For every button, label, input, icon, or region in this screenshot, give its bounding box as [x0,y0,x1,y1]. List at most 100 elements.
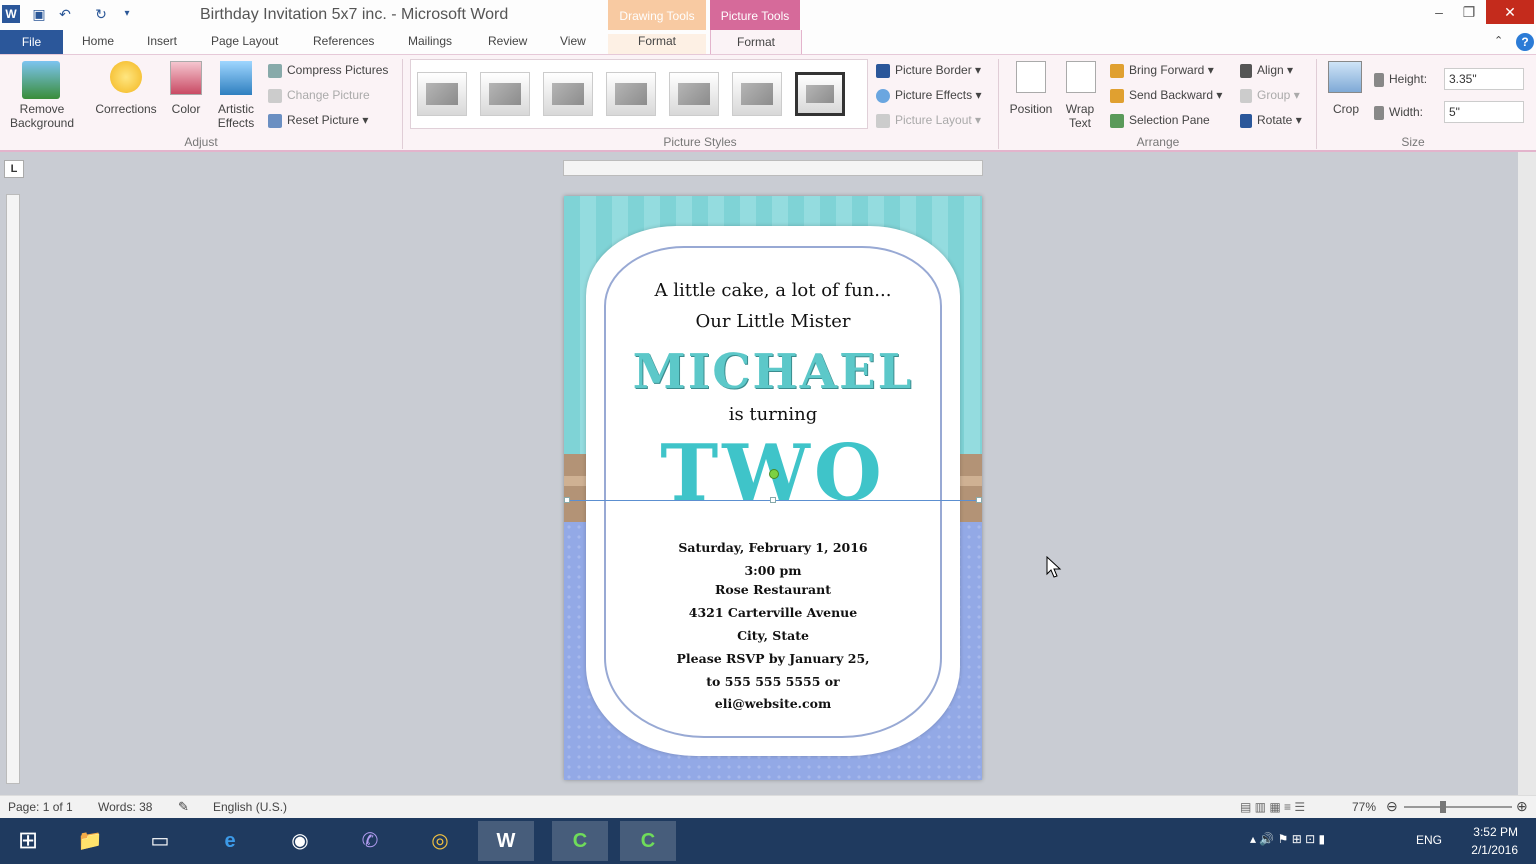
zoom-slider-thumb[interactable] [1440,801,1446,813]
align-button[interactable]: Align ▾ [1240,63,1293,78]
reset-picture-button[interactable]: Reset Picture ▾ [268,113,368,128]
tab-view[interactable]: View [560,34,586,48]
selection-pane-button[interactable]: Selection Pane [1110,113,1210,128]
help-icon[interactable]: ? [1516,33,1534,51]
layout-icon [876,114,890,128]
system-clock[interactable]: 3:52 PM 2/1/2016 [1471,823,1518,859]
compress-pictures-button[interactable]: Compress Pictures [268,63,388,78]
tab-review[interactable]: Review [488,34,527,48]
artistic-effects-button[interactable]: Artistic Effects [208,102,264,130]
width-input[interactable]: 5" [1444,101,1524,123]
arrange-group-label: Arrange [1000,135,1316,149]
word-count[interactable]: Words: 38 [98,800,152,814]
tab-page-layout[interactable]: Page Layout [211,34,278,48]
picture-style-2[interactable] [480,72,530,116]
page-count[interactable]: Page: 1 of 1 [8,800,73,814]
group-button[interactable]: Group ▾ [1240,88,1300,103]
chrome-icon[interactable]: ◎ [412,821,468,861]
bring-forward-icon [1110,64,1124,78]
start-icon[interactable]: ⊞ [0,821,56,861]
crop-icon [1328,61,1362,93]
bring-forward-button[interactable]: Bring Forward ▾ [1110,63,1214,78]
camtasia-recorder-icon[interactable]: C [552,821,608,861]
picture-style-3[interactable] [543,72,593,116]
vertical-ruler[interactable] [6,194,20,784]
color-button[interactable]: Color [164,102,208,116]
mail-app-icon[interactable]: ◉ [272,821,328,861]
minimize-button[interactable]: – [1424,0,1454,24]
mouse-cursor-icon [1046,556,1062,578]
group-icon [1240,89,1252,103]
zoom-slider[interactable] [1404,806,1512,808]
remove-background-icon [22,61,60,99]
word-app-icon[interactable]: W [2,5,20,23]
picture-styles-gallery[interactable] [410,59,868,129]
change-picture-icon [268,89,282,103]
proofing-icon[interactable]: ✎ [178,799,189,815]
document-page[interactable]: A little cake, a lot of fun... Our Littl… [564,196,982,780]
selection-handle[interactable] [976,497,982,503]
tab-insert[interactable]: Insert [147,34,177,48]
selection-handle[interactable] [770,497,776,503]
picture-layout-button[interactable]: Picture Layout ▾ [876,113,981,128]
tab-selector[interactable]: L [4,160,24,178]
undo-icon[interactable]: ↶ [56,5,74,23]
horizontal-ruler[interactable] [563,160,983,176]
wrap-text-button[interactable]: Wrap Text [1060,102,1100,130]
clock-date: 2/1/2016 [1471,841,1518,859]
tray-icons[interactable]: ▴ 🔊 ⚑ ⊞ ⊡ ▮ [1250,832,1325,846]
send-backward-button[interactable]: Send Backward ▾ [1110,88,1222,103]
crop-button[interactable]: Crop [1324,102,1368,116]
color-icon [170,61,202,95]
save-icon[interactable]: ▣ [30,5,48,23]
picture-style-5[interactable] [669,72,719,116]
clock-time: 3:52 PM [1471,823,1518,841]
change-picture-button[interactable]: Change Picture [268,88,370,103]
picture-style-7[interactable] [795,72,845,116]
height-input[interactable]: 3.35" [1444,68,1524,90]
minimize-ribbon-icon[interactable]: ⌃ [1494,34,1503,47]
picture-effects-button[interactable]: Picture Effects ▾ [876,88,982,103]
rotation-handle[interactable] [769,469,779,479]
picture-border-button[interactable]: Picture Border ▾ [876,63,981,78]
language-indicator[interactable]: English (U.S.) [213,800,287,814]
zoom-out-icon[interactable]: ⊖ [1386,798,1398,815]
picture-style-6[interactable] [732,72,782,116]
desktop-icon[interactable]: ▭ [132,821,188,861]
position-button[interactable]: Position [1004,102,1058,116]
tab-drawing-format[interactable]: Format [608,34,706,54]
view-buttons[interactable]: ▤ ▥ ▦ ≡ ☰ [1240,800,1305,814]
camtasia-studio-icon[interactable]: C [620,821,676,861]
restore-button[interactable]: ❐ [1454,0,1484,24]
close-button[interactable]: ✕ [1486,0,1534,24]
picture-tools-header: Picture Tools [710,0,800,30]
border-icon [876,64,890,78]
customize-toolbar-icon[interactable]: ▾ [118,5,136,23]
vertical-scrollbar[interactable] [1518,152,1536,795]
rsvp-email: eli@website.com [564,696,982,711]
zoom-in-icon[interactable]: ⊕ [1516,798,1528,815]
size-group-label: Size [1318,135,1508,149]
tab-file[interactable]: File [0,30,63,54]
send-backward-icon [1110,89,1124,103]
redo-icon[interactable]: ↻ [92,5,110,23]
tab-home[interactable]: Home [82,34,114,48]
rotate-button[interactable]: Rotate ▾ [1240,113,1302,128]
word-taskbar-icon[interactable]: W [478,821,534,861]
taskbar: ⊞ 📁 ▭ e ◉ ✆ ◎ W C C ▴ 🔊 ⚑ ⊞ ⊡ ▮ ENG 3:52… [0,818,1536,864]
adjust-group-label: Adjust [0,135,402,149]
internet-explorer-icon[interactable]: e [202,821,258,861]
tab-picture-format[interactable]: Format [710,30,802,54]
file-explorer-icon[interactable]: 📁 [62,821,118,861]
tab-references[interactable]: References [313,34,374,48]
selection-pane-icon [1110,114,1124,128]
picture-style-1[interactable] [417,72,467,116]
tab-mailings[interactable]: Mailings [408,34,452,48]
input-language[interactable]: ENG [1416,833,1442,847]
viber-icon[interactable]: ✆ [342,821,398,861]
zoom-level[interactable]: 77% [1352,800,1376,814]
selection-handle[interactable] [564,497,570,503]
remove-background-button[interactable]: Remove Background [0,102,84,130]
corrections-button[interactable]: Corrections [90,102,162,116]
picture-style-4[interactable] [606,72,656,116]
